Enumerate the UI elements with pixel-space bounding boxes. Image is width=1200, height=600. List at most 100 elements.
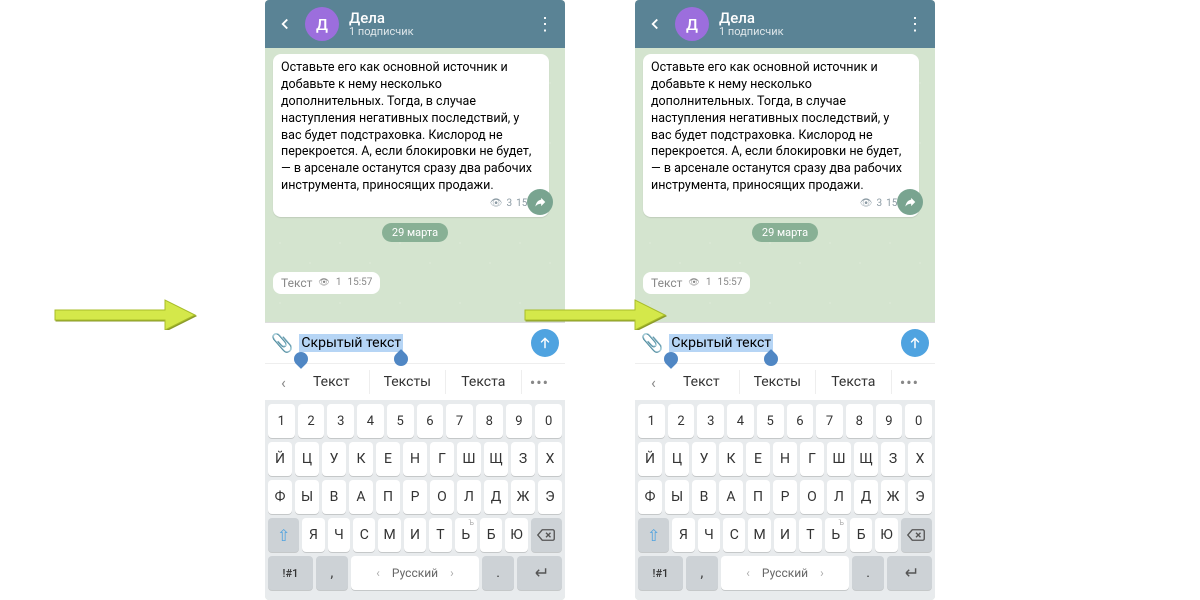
key-О[interactable]: О xyxy=(800,480,824,514)
key-space[interactable]: ‹Русский› xyxy=(351,556,479,590)
key-Я[interactable]: Я xyxy=(302,518,324,552)
message-input[interactable]: Скрытый текст xyxy=(299,334,403,352)
key-Ю[interactable]: Ю xyxy=(505,518,527,552)
key-dot[interactable]: . xyxy=(482,556,514,590)
message-bubble[interactable]: Оставьте его как основной источник и доб… xyxy=(273,54,549,217)
send-button[interactable] xyxy=(901,329,929,357)
key-Л[interactable]: Л xyxy=(827,480,851,514)
key-Ы[interactable]: Ы xyxy=(295,480,319,514)
key-enter[interactable] xyxy=(517,556,562,590)
forward-button[interactable] xyxy=(897,189,923,215)
key-К[interactable]: К xyxy=(719,442,743,476)
key-2[interactable]: 2 xyxy=(668,404,695,438)
suggestion-back[interactable]: ‹ xyxy=(643,373,664,392)
key-У[interactable]: У xyxy=(692,442,716,476)
key-И[interactable]: И xyxy=(774,518,796,552)
chat-area[interactable]: Оставьте его как основной источник и доб… xyxy=(265,48,565,322)
key-Т[interactable]: Т xyxy=(799,518,821,552)
suggestion-0[interactable]: Текст xyxy=(664,370,740,394)
key-1[interactable]: 1 xyxy=(638,404,665,438)
suggestion-2[interactable]: Текста xyxy=(816,370,892,394)
key-4[interactable]: 4 xyxy=(727,404,754,438)
attach-icon[interactable]: 📎 xyxy=(641,333,663,354)
suggestion-2[interactable]: Текста xyxy=(446,370,522,394)
key-shift[interactable]: ⇧ xyxy=(638,518,669,552)
key-symbols[interactable]: !#1 xyxy=(268,556,313,590)
key-Щ[interactable]: Щ xyxy=(854,442,878,476)
key-Ц[interactable]: Ц xyxy=(665,442,689,476)
key-П[interactable]: П xyxy=(746,480,770,514)
key-Ю[interactable]: Ю xyxy=(875,518,897,552)
key-Ы[interactable]: Ы xyxy=(665,480,689,514)
key-Е[interactable]: Е xyxy=(746,442,770,476)
key-6[interactable]: 6 xyxy=(417,404,444,438)
menu-button[interactable]: ⋮ xyxy=(533,12,557,36)
send-button[interactable] xyxy=(531,329,559,357)
key-Н[interactable]: Н xyxy=(773,442,797,476)
key-dot[interactable]: . xyxy=(852,556,884,590)
key-Ф[interactable]: Ф xyxy=(638,480,662,514)
key-З[interactable]: З xyxy=(881,442,905,476)
key-3[interactable]: 3 xyxy=(697,404,724,438)
key-Ш[interactable]: Ш xyxy=(457,442,481,476)
key-Н[interactable]: Н xyxy=(403,442,427,476)
key-9[interactable]: 9 xyxy=(506,404,533,438)
avatar[interactable]: Д xyxy=(305,7,339,41)
key-Ф[interactable]: Ф xyxy=(268,480,292,514)
key-К[interactable]: К xyxy=(349,442,373,476)
suggestion-back[interactable]: ‹ xyxy=(273,373,294,392)
key-5[interactable]: 5 xyxy=(757,404,784,438)
key-7[interactable]: 7 xyxy=(816,404,843,438)
key-Ч[interactable]: Ч xyxy=(328,518,350,552)
key-В[interactable]: В xyxy=(692,480,716,514)
key-А[interactable]: А xyxy=(349,480,373,514)
key-6[interactable]: 6 xyxy=(787,404,814,438)
key-Й[interactable]: Й xyxy=(268,442,292,476)
key-symbols[interactable]: !#1 xyxy=(638,556,683,590)
avatar[interactable]: Д xyxy=(675,7,709,41)
key-Г[interactable]: Г xyxy=(430,442,454,476)
key-space[interactable]: ‹Русский› xyxy=(721,556,849,590)
attach-icon[interactable]: 📎 xyxy=(271,333,293,354)
key-В[interactable]: В xyxy=(322,480,346,514)
key-Д[interactable]: Д xyxy=(484,480,508,514)
key-comma[interactable]: , xyxy=(686,556,718,590)
key-М[interactable]: М xyxy=(748,518,770,552)
key-Р[interactable]: Р xyxy=(403,480,427,514)
key-Ж[interactable]: Ж xyxy=(511,480,535,514)
key-backspace[interactable] xyxy=(901,518,932,552)
key-Ч[interactable]: Ч xyxy=(698,518,720,552)
suggestion-1[interactable]: Тексты xyxy=(370,370,446,394)
key-Й[interactable]: Й xyxy=(638,442,662,476)
key-А[interactable]: А xyxy=(719,480,743,514)
key-Ж[interactable]: Ж xyxy=(881,480,905,514)
key-Т[interactable]: Т xyxy=(429,518,451,552)
key-9[interactable]: 9 xyxy=(876,404,903,438)
key-Щ[interactable]: Щ xyxy=(484,442,508,476)
key-Ш[interactable]: Ш xyxy=(827,442,851,476)
key-Б[interactable]: Б xyxy=(850,518,872,552)
key-И[interactable]: И xyxy=(404,518,426,552)
key-Э[interactable]: Э xyxy=(908,480,932,514)
key-Я[interactable]: Я xyxy=(672,518,694,552)
back-button[interactable] xyxy=(273,12,297,36)
key-2[interactable]: 2 xyxy=(298,404,325,438)
key-backspace[interactable] xyxy=(531,518,562,552)
back-button[interactable] xyxy=(643,12,667,36)
key-П[interactable]: П xyxy=(376,480,400,514)
key-5[interactable]: 5 xyxy=(387,404,414,438)
key-8[interactable]: 8 xyxy=(846,404,873,438)
key-7[interactable]: 7 xyxy=(446,404,473,438)
key-Б[interactable]: Б xyxy=(480,518,502,552)
key-Г[interactable]: Г xyxy=(800,442,824,476)
chat-area[interactable]: Оставьте его как основной источник и доб… xyxy=(635,48,935,322)
suggestion-0[interactable]: Текст xyxy=(294,370,370,394)
small-message[interactable]: Текст👁115:57 xyxy=(273,272,380,294)
key-Р[interactable]: Р xyxy=(773,480,797,514)
key-8[interactable]: 8 xyxy=(476,404,503,438)
key-Ь[interactable]: ЬЪ xyxy=(455,518,477,552)
key-shift[interactable]: ⇧ xyxy=(268,518,299,552)
key-Д[interactable]: Д xyxy=(854,480,878,514)
suggestion-more[interactable]: ••• xyxy=(892,373,927,392)
suggestion-1[interactable]: Тексты xyxy=(740,370,816,394)
